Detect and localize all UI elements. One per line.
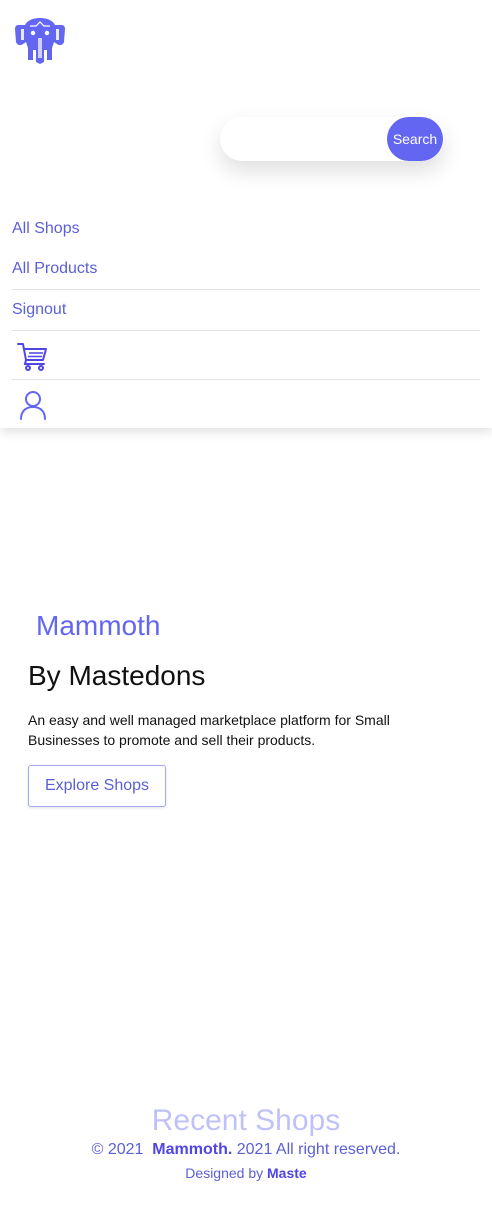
all-products-link[interactable]: All Products (12, 260, 480, 278)
hero-brand: Mammoth (36, 610, 161, 641)
copyright-prefix: © 2021 (91, 1141, 144, 1158)
nav-divider (12, 379, 480, 380)
nav-item-signout: Signout (12, 301, 480, 319)
nav-divider (12, 330, 480, 331)
designer-name[interactable]: Maste (267, 1165, 307, 1181)
site-header: Search All Shops All Products Signout (0, 0, 492, 428)
copyright-suffix: 2021 All right reserved. (236, 1141, 401, 1158)
all-shops-link[interactable]: All Shops (12, 220, 480, 238)
cart-icon[interactable] (17, 340, 49, 372)
copyright-line: © 2021 Mammoth. 2021 All right reserved. (0, 1141, 492, 1159)
search-input[interactable] (220, 117, 390, 161)
nav-divider (12, 289, 480, 290)
hero-description: An easy and well managed marketplace pla… (28, 712, 390, 748)
footer-brand: Mammoth. (152, 1141, 233, 1158)
signout-link[interactable]: Signout (12, 301, 480, 319)
user-icon[interactable] (17, 389, 49, 421)
nav-item-all-shops: All Shops (12, 220, 480, 238)
elephant-logo-icon[interactable] (14, 14, 66, 66)
hero-tagline: By Mastedons (28, 660, 206, 691)
nav-item-all-products: All Products (12, 260, 480, 278)
explore-shops-button[interactable]: Explore Shops (28, 765, 166, 807)
designed-by-line: Designed by Maste (0, 1165, 492, 1181)
site-footer: © 2021 Mammoth. 2021 All right reserved.… (0, 1141, 492, 1181)
search-button[interactable]: Search (387, 117, 443, 161)
designed-by-prefix: Designed by (185, 1165, 264, 1181)
recent-shops-heading: Recent Shops (151, 1104, 341, 1137)
